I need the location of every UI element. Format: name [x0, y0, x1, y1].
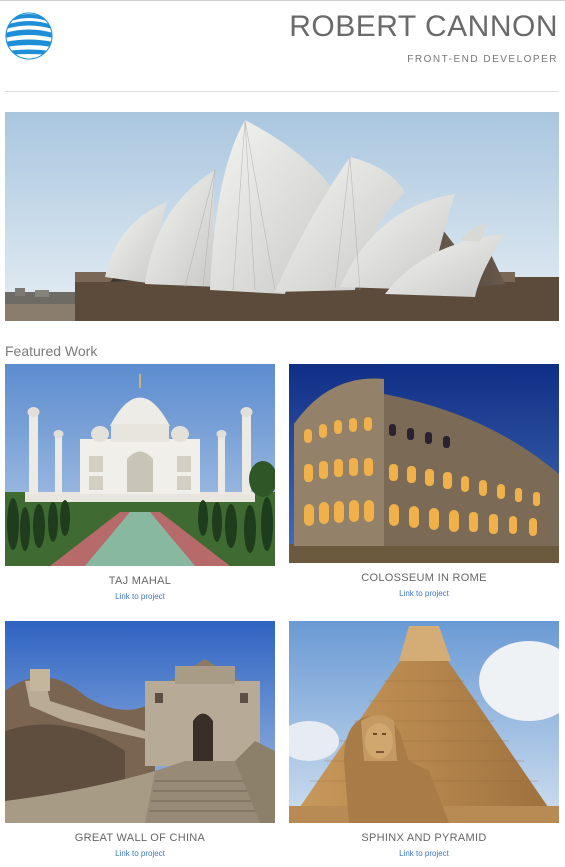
top-border — [0, 0, 565, 1]
project-link-great-wall[interactable]: Link to project — [5, 849, 275, 858]
project-link-sphinx-pyramid[interactable]: Link to project — [289, 849, 559, 858]
hero-image-sydney-opera-house — [5, 112, 559, 321]
header-divider — [5, 91, 559, 92]
project-title-great-wall: GREAT WALL OF CHINA — [74, 832, 206, 844]
project-image-taj-mahal[interactable] — [5, 364, 275, 566]
project-card-sphinx-pyramid: SPHINX AND PYRAMID Link to project — [289, 621, 559, 858]
site-owner-role: FRONT-END DEVELOPER — [407, 54, 558, 65]
project-title-taj-mahal: TAJ MAHAL — [108, 575, 172, 587]
project-card-taj-mahal: TAJ MAHAL Link to project — [5, 364, 275, 601]
project-card-great-wall: GREAT WALL OF CHINA Link to project — [5, 621, 275, 858]
project-card-colosseum: COLOSSEUM IN ROME Link to project — [289, 364, 559, 598]
project-image-great-wall[interactable] — [5, 621, 275, 823]
project-image-colosseum[interactable] — [289, 364, 559, 563]
project-link-colosseum[interactable]: Link to project — [289, 589, 559, 598]
project-title-colosseum: COLOSSEUM IN ROME — [361, 572, 487, 584]
project-title-sphinx-pyramid: SPHINX AND PYRAMID — [361, 832, 487, 844]
project-link-taj-mahal[interactable]: Link to project — [5, 592, 275, 601]
project-image-sphinx-pyramid[interactable] — [289, 621, 559, 823]
globe-logo-icon[interactable] — [5, 12, 53, 60]
featured-work-title: Featured Work — [5, 343, 98, 359]
site-owner-name: ROBERT CANNON — [289, 10, 558, 43]
